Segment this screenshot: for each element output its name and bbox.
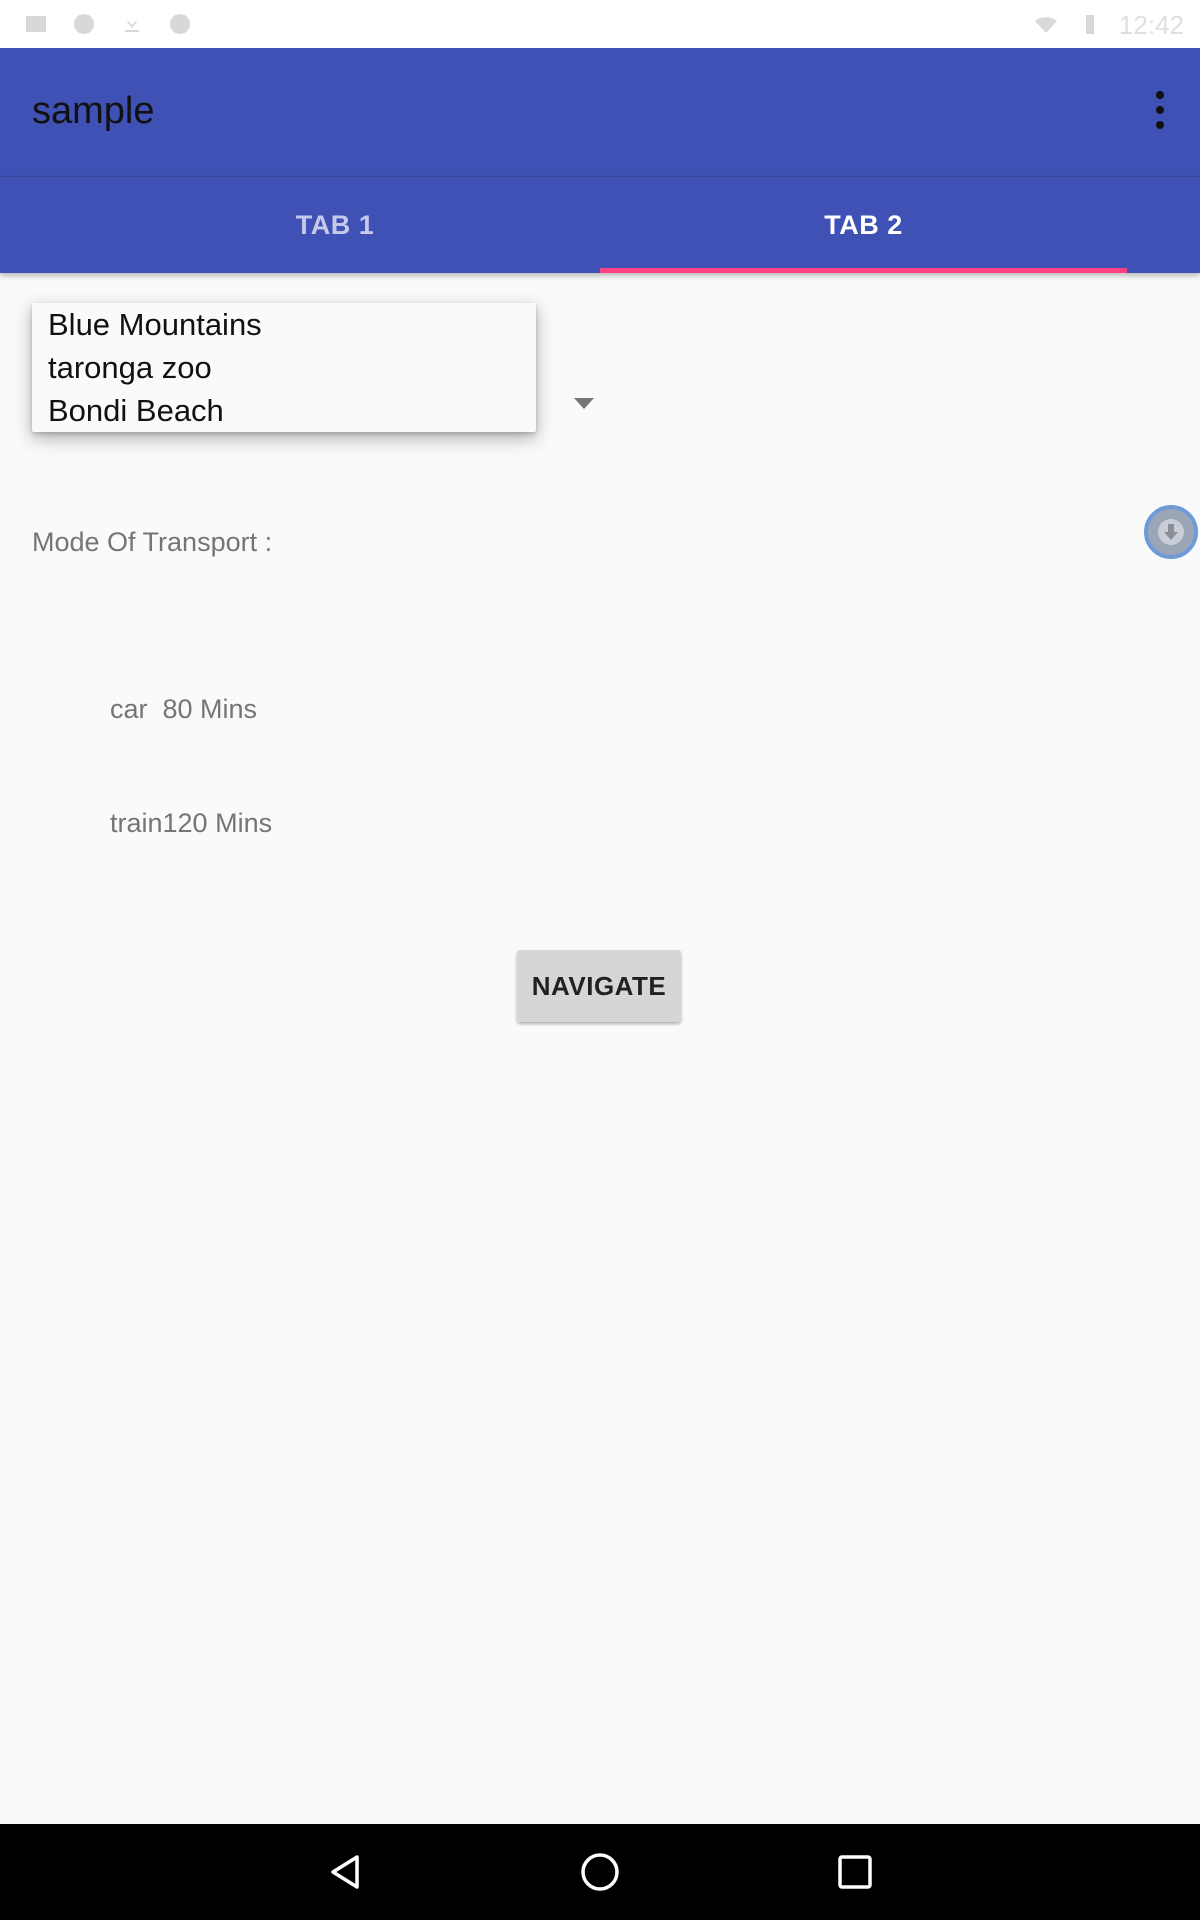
dropdown-option-taronga-zoo[interactable]: taronga zoo (48, 350, 212, 386)
sync-notification-icon (74, 14, 94, 34)
dropdown-arrow-icon[interactable] (574, 398, 594, 409)
dropdown-option-blue-mountains[interactable]: Blue Mountains (48, 307, 262, 343)
back-icon[interactable] (315, 1842, 375, 1902)
battery-icon (1086, 15, 1094, 34)
download-icon[interactable] (1144, 505, 1198, 559)
overflow-dot (1156, 106, 1164, 114)
tab-bar: TAB 1 TAB 2 (0, 176, 1200, 273)
transport-item-car: car 80 Mins (110, 694, 258, 724)
tab-1[interactable]: TAB 1 (70, 177, 600, 273)
app-title: sample (32, 90, 155, 132)
transport-label: Mode Of Transport : (32, 527, 273, 557)
image-notification-icon (26, 16, 46, 32)
dropdown-option-bondi-beach[interactable]: Bondi Beach (48, 393, 224, 429)
app-screen: 12:42 sample TAB 1 TAB 2 Blue Mountains … (0, 0, 1200, 1920)
overflow-dot (1156, 91, 1164, 99)
transport-list: car 80 Mins train120 Mins (110, 614, 272, 918)
download-notification-icon (125, 15, 139, 32)
status-time: 12:42 (1118, 10, 1184, 40)
download-arrow-icon (1158, 519, 1184, 545)
recents-icon[interactable] (825, 1842, 885, 1902)
status-bar: 12:42 (0, 0, 1200, 48)
tab-2[interactable]: TAB 2 (600, 177, 1127, 273)
home-icon[interactable] (570, 1842, 630, 1902)
wifi-icon (1035, 17, 1057, 33)
android-notification-icon (170, 14, 190, 34)
app-bar: sample (0, 48, 1200, 176)
tab-indicator (600, 268, 1127, 273)
overflow-dot (1156, 121, 1164, 129)
destination-dropdown-popup: Blue Mountains taronga zoo Bondi Beach (32, 303, 536, 432)
navigate-button[interactable]: NAVIGATE (517, 950, 681, 1022)
more-vert-icon[interactable] (1138, 86, 1182, 134)
system-nav-bar (0, 1824, 1200, 1920)
transport-item-train: train120 Mins (110, 808, 273, 838)
